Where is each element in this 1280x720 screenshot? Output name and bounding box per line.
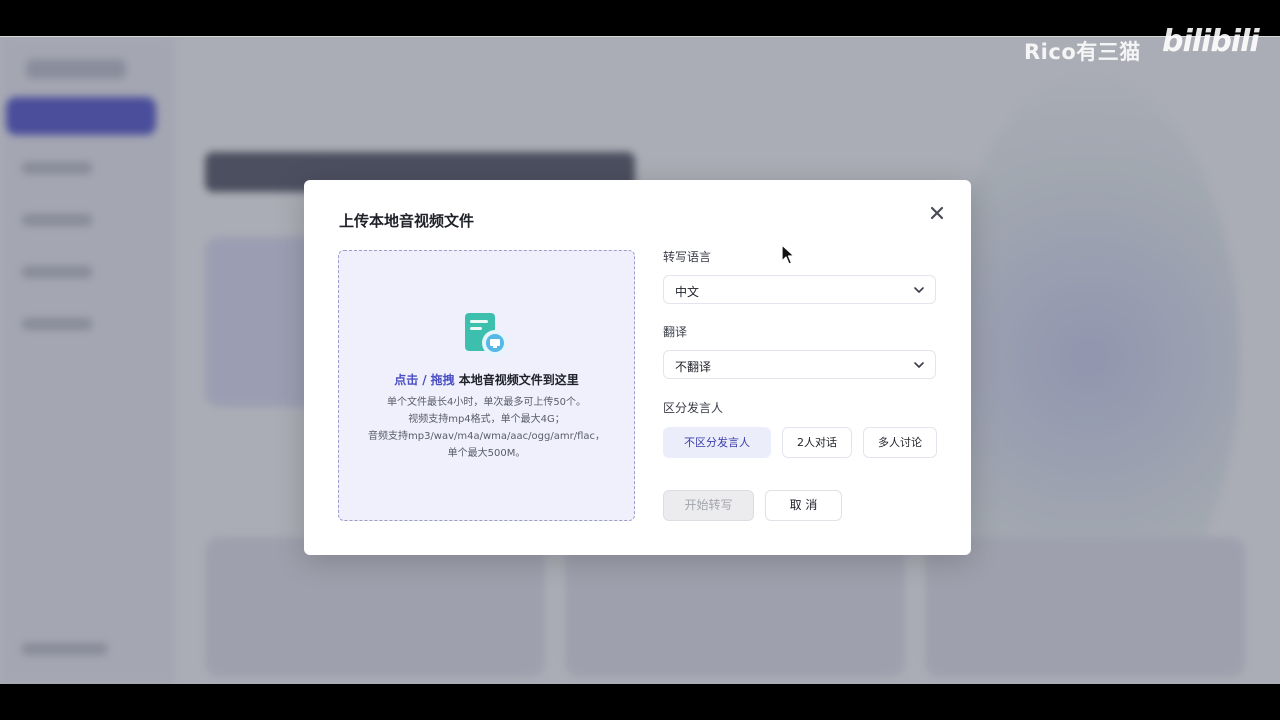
dropzone-separator: / (422, 373, 427, 387)
dropzone-hint: 音频支持mp3/wav/m4a/wma/aac/ogg/amr/flac， (367, 431, 605, 442)
dialog-title: 上传本地音视频文件 (339, 212, 475, 230)
dropzone-hint: 单个文件最长4小时，单次最多可上传50个。 (386, 397, 587, 408)
chevron-down-icon (914, 362, 924, 368)
transcribe-language-label: 转写语言 (663, 250, 712, 264)
watermark-channel: Rico有三猫 (1024, 40, 1141, 64)
letterbox-bottom (0, 684, 1280, 720)
close-icon (930, 206, 944, 220)
transcribe-language-value: 中文 (675, 285, 700, 299)
drag-upload-text: 拖拽 (430, 373, 455, 387)
bilibili-logo: bilibili (1162, 24, 1260, 59)
speaker-diarization-label: 区分发言人 (663, 401, 724, 415)
dropzone-instruction: 点击 / 拖拽 本地音视频文件到这里 (339, 371, 634, 388)
upload-dropzone[interactable]: 点击 / 拖拽 本地音视频文件到这里 单个文件最长4小时，单次最多可上传50个。 视… (338, 250, 635, 521)
upload-dialog: 上传本地音视频文件 点击 / 拖拽 本地音视频文件到这里 单个文件最长4小时，单次最… (304, 180, 971, 555)
translate-select[interactable]: 不翻译 (663, 350, 936, 379)
dropzone-main-text: 本地音视频文件到这里 (458, 373, 579, 387)
letterbox-top (0, 0, 1280, 37)
click-upload-link[interactable]: 点击 (394, 373, 418, 387)
start-transcribe-button[interactable]: 开始转写 (663, 490, 754, 521)
chevron-down-icon (914, 287, 924, 293)
speaker-option-multi[interactable]: 多人讨论 (863, 427, 937, 458)
dropzone-hint: 视频支持mp4格式，单个最大4G； (408, 414, 565, 425)
mouse-cursor-icon (781, 244, 795, 265)
dropzone-hint: 单个最大500M。 (447, 448, 526, 459)
file-upload-icon (465, 313, 508, 356)
close-button[interactable] (928, 204, 946, 222)
speaker-option-none[interactable]: 不区分发言人 (663, 427, 771, 458)
cancel-button[interactable]: 取 消 (765, 490, 842, 521)
transcribe-language-select[interactable]: 中文 (663, 275, 936, 304)
translate-value: 不翻译 (675, 360, 712, 374)
translate-label: 翻译 (663, 325, 688, 339)
speaker-option-two[interactable]: 2人对话 (782, 427, 852, 458)
